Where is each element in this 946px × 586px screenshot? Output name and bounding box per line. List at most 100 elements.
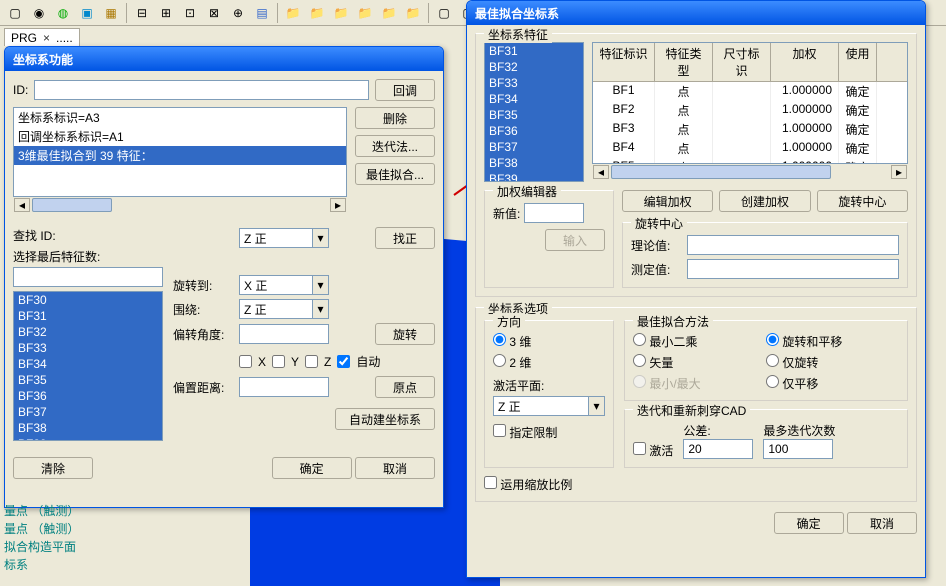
iterate-button[interactable]: 迭代法...: [355, 135, 435, 157]
create-weight-button[interactable]: 创建加权: [719, 190, 810, 212]
tb-e5-icon[interactable]: ⊕: [227, 2, 249, 24]
dlg1-titlebar[interactable]: 坐标系功能: [5, 47, 443, 71]
rotate-button[interactable]: 旋转: [375, 323, 435, 345]
tb-box-icon[interactable]: ▣: [76, 2, 98, 24]
dlg2-cancel-button[interactable]: 取消: [847, 512, 917, 534]
x-axis-combo[interactable]: X 正▾: [239, 275, 329, 295]
list-item[interactable]: BF33: [485, 75, 583, 91]
list-item[interactable]: BF30: [14, 292, 162, 308]
log-hscroll[interactable]: ◂▸: [13, 197, 347, 213]
radio-vec[interactable]: [633, 354, 646, 367]
lastn-input[interactable]: [13, 267, 163, 287]
chk-limit[interactable]: [493, 424, 506, 437]
list-item[interactable]: BF33: [14, 340, 162, 356]
radio-lsq[interactable]: [633, 333, 646, 346]
feature-listbox[interactable]: BF31BF32BF33BF34BF35BF36BF37BF38BF39: [484, 42, 584, 182]
bf-listbox[interactable]: BF30BF31BF32BF33BF34BF35BF36BF37BF38BF39: [13, 291, 163, 441]
list-item[interactable]: BF36: [485, 123, 583, 139]
dlg2-titlebar[interactable]: 最佳拟合坐标系: [467, 1, 925, 25]
list-item[interactable]: BF38: [485, 155, 583, 171]
tb-f1-icon[interactable]: 📁: [282, 2, 304, 24]
tb-grid-icon[interactable]: ▤: [251, 2, 273, 24]
tb-e1-icon[interactable]: ⊟: [131, 2, 153, 24]
chk-x[interactable]: [239, 355, 252, 368]
chk-auto[interactable]: [337, 355, 350, 368]
log-line[interactable]: 量点 （触测）: [4, 520, 79, 538]
maxiter-input[interactable]: [763, 439, 833, 459]
tb-e4-icon[interactable]: ⊠: [203, 2, 225, 24]
z-axis2-combo[interactable]: Z 正▾: [239, 299, 329, 319]
find-align-button[interactable]: 找正: [375, 227, 435, 249]
tb-f4-icon[interactable]: 📁: [354, 2, 376, 24]
table-header[interactable]: 使用: [839, 43, 877, 81]
recall-button[interactable]: 回调: [375, 79, 435, 101]
list-item[interactable]: BF37: [14, 404, 162, 420]
table-row[interactable]: BF2点1.000000确定: [593, 101, 907, 120]
input-button[interactable]: 输入: [545, 229, 605, 251]
table-header[interactable]: 特征类型: [655, 43, 713, 81]
log-line[interactable]: 拟合构造平面: [4, 538, 79, 556]
tb-f5-icon[interactable]: 📁: [378, 2, 400, 24]
id-input[interactable]: [34, 80, 369, 100]
tb-droplet-icon[interactable]: ◉: [28, 2, 50, 24]
theory-input[interactable]: [687, 235, 899, 255]
new-value-input[interactable]: [524, 203, 584, 223]
table-header[interactable]: 尺寸标识: [713, 43, 771, 81]
rot-center-button[interactable]: 旋转中心: [817, 190, 908, 212]
list-item[interactable]: BF34: [14, 356, 162, 372]
chk-y[interactable]: [272, 355, 285, 368]
z-axis-combo[interactable]: Z 正▾: [239, 228, 329, 248]
autobuild-button[interactable]: 自动建坐标系: [335, 408, 435, 430]
dlg1-ok-button[interactable]: 确定: [272, 457, 352, 479]
table-row[interactable]: BF1点1.000000确定: [593, 82, 907, 101]
table-header[interactable]: 特征标识: [593, 43, 655, 81]
rotate-angle-input[interactable]: [239, 324, 329, 344]
radio-2d[interactable]: [493, 354, 506, 367]
tol-input[interactable]: [683, 439, 753, 459]
tb-cube-icon[interactable]: ▢: [4, 2, 26, 24]
delete-button[interactable]: 删除: [355, 107, 435, 129]
tb-prism-icon[interactable]: ◍: [52, 2, 74, 24]
radio-3d[interactable]: [493, 333, 506, 346]
list-item[interactable]: BF36: [14, 388, 162, 404]
table-row[interactable]: BF4点1.000000确定: [593, 139, 907, 158]
tb-b1-icon[interactable]: ▢: [433, 2, 455, 24]
radio-rotonly[interactable]: [766, 354, 779, 367]
list-item[interactable]: BF39: [485, 171, 583, 182]
offset-dist-input[interactable]: [239, 377, 329, 397]
radio-rottrans[interactable]: [766, 333, 779, 346]
table-header[interactable]: 加权: [771, 43, 839, 81]
bestfit-button[interactable]: 最佳拟合...: [355, 163, 435, 185]
list-item[interactable]: BF38: [14, 420, 162, 436]
list-item[interactable]: BF32: [485, 59, 583, 75]
tb-f2-icon[interactable]: 📁: [306, 2, 328, 24]
list-item[interactable]: BF32: [14, 324, 162, 340]
table-hscroll[interactable]: ◂▸: [592, 164, 908, 180]
list-item[interactable]: BF35: [485, 107, 583, 123]
tb-f3-icon[interactable]: 📁: [330, 2, 352, 24]
list-item[interactable]: BF31: [485, 43, 583, 59]
chk-iter-active[interactable]: [633, 442, 646, 455]
list-item[interactable]: BF37: [485, 139, 583, 155]
feature-table[interactable]: 特征标识特征类型尺寸标识加权使用 BF1点1.000000确定BF2点1.000…: [592, 42, 908, 164]
tb-f6-icon[interactable]: 📁: [402, 2, 424, 24]
tb-e2-icon[interactable]: ⊞: [155, 2, 177, 24]
origin-button[interactable]: 原点: [375, 376, 435, 398]
list-item[interactable]: BF39: [14, 436, 162, 441]
table-row[interactable]: BF3点1.000000确定: [593, 120, 907, 139]
tb-e3-icon[interactable]: ⊡: [179, 2, 201, 24]
tb-ruler-icon[interactable]: ▦: [100, 2, 122, 24]
dlg2-ok-button[interactable]: 确定: [774, 512, 844, 534]
log-line[interactable]: 标系: [4, 556, 79, 574]
list-item[interactable]: BF35: [14, 372, 162, 388]
clear-button[interactable]: 清除: [13, 457, 93, 479]
list-item[interactable]: BF31: [14, 308, 162, 324]
measured-input[interactable]: [687, 259, 899, 279]
file-tab[interactable]: PRG × .....: [4, 28, 80, 46]
chk-scale[interactable]: [484, 476, 497, 489]
z-plane-combo[interactable]: Z 正▾: [493, 396, 605, 416]
edit-weight-button[interactable]: 编辑加权: [622, 190, 713, 212]
dlg1-cancel-button[interactable]: 取消: [355, 457, 435, 479]
list-item[interactable]: BF34: [485, 91, 583, 107]
radio-transonly[interactable]: [766, 375, 779, 388]
